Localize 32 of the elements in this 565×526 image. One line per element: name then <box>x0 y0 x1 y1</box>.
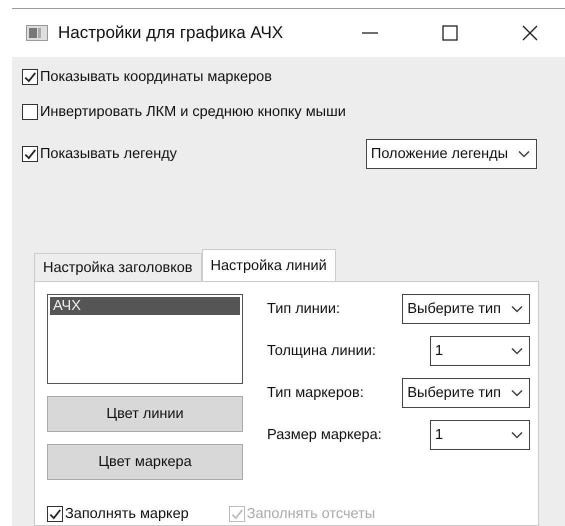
dropdown[interactable]: Выберите тип <box>402 378 530 408</box>
caret-icon <box>518 150 530 158</box>
checkbox[interactable]: Показывать легенду <box>22 146 177 162</box>
caret-icon <box>511 431 523 439</box>
dropdown[interactable]: 1 <box>430 420 530 450</box>
tab[interactable]: Настройка заголовков <box>34 253 202 281</box>
checkbox[interactable]: Инвертировать ЛКМ и среднюю кнопку мыши <box>22 104 555 120</box>
field-label: Тип линии: <box>267 301 340 317</box>
close-icon <box>521 24 539 42</box>
caret-icon <box>511 305 523 313</box>
minimize-icon <box>362 32 378 34</box>
field-label: Размер маркера: <box>267 427 382 443</box>
caret-icon <box>511 389 523 397</box>
caret-icon <box>511 347 523 355</box>
checkbox[interactable]: Показывать координаты маркеров <box>22 69 555 85</box>
window-title: Настройки для графика АЧХ <box>58 23 284 43</box>
color-button[interactable]: Цвет маркера <box>47 444 243 480</box>
maximize-icon <box>441 24 459 42</box>
field-label: Толщина линии: <box>267 343 376 359</box>
check-icon <box>23 70 37 84</box>
checkbox[interactable]: Заполнять маркер <box>47 504 189 525</box>
legend-position-dropdown[interactable]: Положение легенды <box>366 139 537 169</box>
check-icon <box>230 507 244 522</box>
check-icon <box>48 507 62 522</box>
dropdown[interactable]: 1 <box>430 336 530 366</box>
dropdown[interactable]: Выберите тип <box>402 294 530 324</box>
field-label: Тип маркеров: <box>267 385 364 401</box>
list-item[interactable]: АЧХ <box>50 297 240 315</box>
check-icon <box>23 147 37 161</box>
window-icon <box>26 25 48 41</box>
tab[interactable]: Настройка линий <box>202 249 336 281</box>
color-button[interactable]: Цвет линии <box>47 396 243 432</box>
